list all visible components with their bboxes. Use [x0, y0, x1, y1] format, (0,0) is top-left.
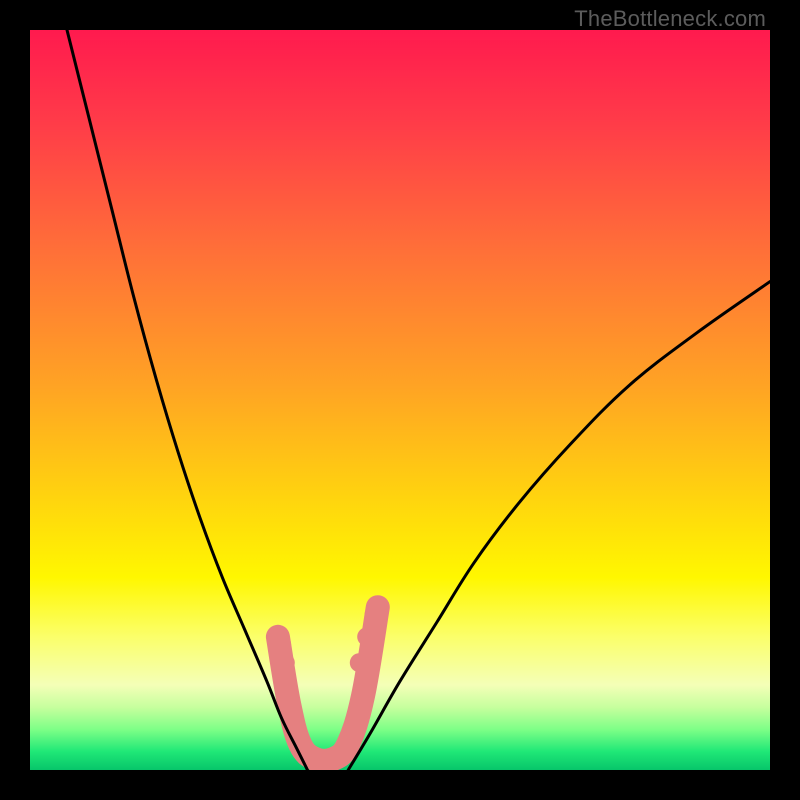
chart-frame: TheBottleneck.com	[0, 0, 800, 800]
curve-marker	[350, 653, 369, 672]
curve-marker	[357, 627, 376, 646]
curve-marker	[276, 653, 295, 672]
right-curve	[348, 282, 770, 770]
curve-marker	[365, 605, 384, 624]
curve-layer	[30, 30, 770, 770]
watermark-text: TheBottleneck.com	[574, 6, 766, 32]
plot-area	[30, 30, 770, 770]
curve-markers	[272, 605, 384, 672]
curve-marker	[272, 635, 291, 654]
